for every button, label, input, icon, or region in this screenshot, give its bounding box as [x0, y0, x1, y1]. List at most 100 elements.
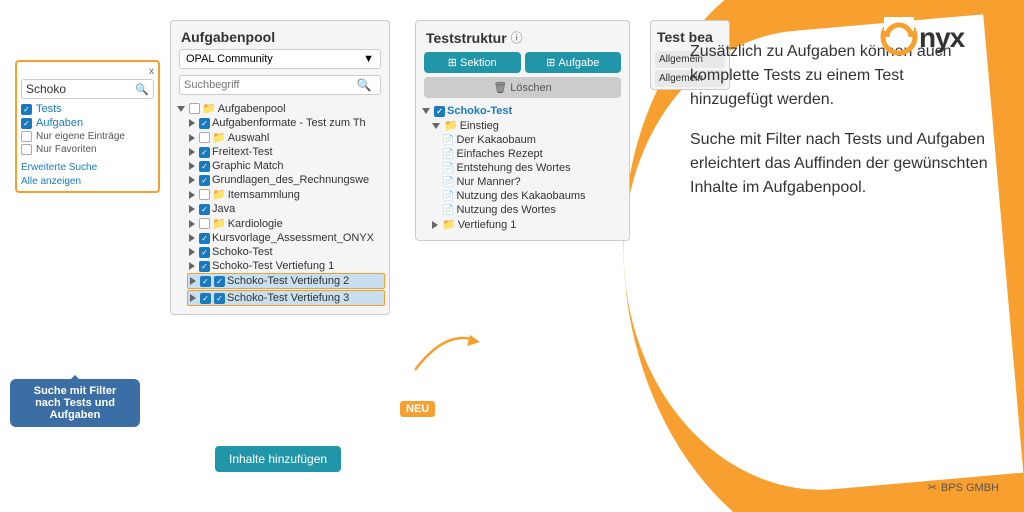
tree-item-auswahl[interactable]: 📁 Auswahl: [187, 130, 385, 145]
folder-icon: 📁: [212, 188, 226, 201]
tree-item-kursvorlage[interactable]: Kursvorlage_Assessment_ONYX: [187, 231, 385, 245]
tree-item-schoko-v3[interactable]: Schoko-Test Vertiefung 3: [187, 290, 385, 306]
expand-icon: [190, 294, 196, 302]
ts-nutzung-wortes[interactable]: 📄 Nutzung des Wortes: [440, 203, 625, 217]
label-schoko-v2: Schoko-Test Vertiefung 2: [227, 275, 349, 287]
tree-item-grundlagen[interactable]: Grundlagen_des_Rechnungswe: [187, 173, 385, 187]
tree-item-aufgabenformate[interactable]: Aufgabenformate - Test zum Th: [187, 116, 385, 130]
tests-checkbox[interactable]: [21, 104, 32, 115]
ts-kakaobaum[interactable]: 📄 Der Kakaobaum: [440, 133, 625, 147]
teststruktur-title-row: Teststruktur ⓘ: [416, 21, 629, 52]
aufgabe-button[interactable]: ⊞ Aufgabe: [525, 52, 622, 73]
ts-label-rezept: Einfaches Rezept: [456, 148, 542, 160]
label-kardiologie: Kardiologie: [228, 218, 283, 230]
aufgaben-label: Aufgaben: [36, 117, 83, 129]
doc-icon: 📄: [442, 177, 454, 188]
logo: nyx: [879, 15, 999, 68]
cb-java[interactable]: [199, 204, 210, 215]
label-grundlagen: Grundlagen_des_Rechnungswe: [212, 174, 369, 186]
loeschen-label: Löschen: [510, 82, 552, 94]
cb-kardiologie[interactable]: [199, 218, 210, 229]
nur-fav-checkbox[interactable]: [21, 144, 32, 155]
tree-item-java[interactable]: Java: [187, 202, 385, 216]
tree-label-aufgabenpool: Aufgabenpool: [218, 103, 286, 115]
filter-nurei-row: Nur eigene Einträge: [21, 131, 154, 142]
tree-item-kardiologie[interactable]: 📁 Kardiologie: [187, 216, 385, 231]
aufgaben-checkbox[interactable]: [21, 118, 32, 129]
alle-anzeigen-link[interactable]: Alle anzeigen: [21, 176, 81, 187]
ts-label-kakaobaum: Der Kakaobaum: [456, 134, 536, 146]
filter-close-button[interactable]: x: [21, 66, 154, 77]
sektion-icon: ⊞: [448, 56, 457, 69]
aufgabenpool-search-icon: 🔍: [357, 78, 372, 92]
doc-icon: 📄: [442, 149, 454, 160]
cb-itemsammlung[interactable]: [199, 189, 210, 200]
ts-schoko-test[interactable]: Schoko-Test: [420, 104, 625, 118]
ts-manner[interactable]: 📄 Nur Manner?: [440, 175, 625, 189]
doc-gray-icon: 📄: [442, 205, 454, 216]
label-java: Java: [212, 203, 235, 215]
cb-auswahl[interactable]: [199, 132, 210, 143]
root-cb[interactable]: [189, 103, 200, 114]
teststruktur-title: Teststruktur: [426, 30, 507, 46]
tree-item-schoko-v2[interactable]: Schoko-Test Vertiefung 2: [187, 273, 385, 289]
ts-buttons-row: ⊞ Sektion ⊞ Aufgabe: [424, 52, 621, 73]
cb-aufgabenformate[interactable]: [199, 118, 210, 129]
label-auswahl: Auswahl: [228, 132, 270, 144]
tree-item-root[interactable]: 📁 Aufgabenpool: [175, 101, 385, 116]
bps-label: BPS GMBH: [941, 482, 999, 494]
cb-schoko-v1[interactable]: [199, 261, 210, 272]
ts-nutzung-kakao[interactable]: 📄 Nutzung des Kakaobaums: [440, 189, 625, 203]
tree-item-itemsammlung[interactable]: 📁 Itemsammlung: [187, 187, 385, 202]
logo-text: nyx: [879, 31, 999, 67]
tree-item-freitext[interactable]: Freitext-Test: [187, 145, 385, 159]
ts-label-nutzung-kakao: Nutzung des Kakaobaums: [456, 190, 585, 202]
nur-eigene-checkbox[interactable]: [21, 131, 32, 142]
erweiterte-suche-link[interactable]: Erweiterte Suche: [21, 162, 97, 173]
ts-delete-row: 🗑 Löschen: [424, 77, 621, 98]
teststruktur-panel: Teststruktur ⓘ ⊞ Sektion ⊞ Aufgabe 🗑 Lös…: [415, 20, 630, 241]
expand-icon: [422, 108, 430, 114]
ts-vertiefung[interactable]: 📁 Vertiefung 1: [430, 217, 625, 232]
aufgabe-icon: ⊞: [546, 56, 555, 69]
expand-icon: [189, 162, 195, 170]
expand-icon: [189, 134, 195, 142]
nur-eigene-label: Nur eigene Einträge: [36, 131, 125, 142]
ts-einstieg[interactable]: 📁 Einstieg: [430, 118, 625, 133]
nur-fav-label: Nur Favoriten: [36, 144, 97, 155]
filter-aufgaben-row: Aufgaben: [21, 117, 154, 129]
tree-item-graphic[interactable]: Graphic Match: [187, 159, 385, 173]
filter-panel: x 🔍 Tests Aufgaben Nur eigene Einträge N…: [15, 60, 160, 193]
search-icon: 🔍: [135, 83, 149, 96]
cb-schoko-v3[interactable]: [200, 293, 211, 304]
cb-graphic[interactable]: [199, 161, 210, 172]
dropdown-value: OPAL Community: [186, 53, 273, 65]
expand-icon: [189, 176, 195, 184]
loeschen-button[interactable]: 🗑 Löschen: [424, 77, 621, 98]
cb-freitext[interactable]: [199, 147, 210, 158]
ts-rezept[interactable]: 📄 Einfaches Rezept: [440, 147, 625, 161]
aufgabenpool-dropdown[interactable]: OPAL Community ▼: [179, 49, 381, 69]
expand-icon: [177, 106, 185, 112]
cb-grundlagen[interactable]: [199, 175, 210, 186]
cb-schoko-v2b[interactable]: [214, 276, 225, 287]
filter-nurfav-row: Nur Favoriten: [21, 144, 154, 155]
tooltip-text: Suche mit Filter nach Tests und Aufgaben: [34, 385, 117, 421]
sektion-button[interactable]: ⊞ Sektion: [424, 52, 521, 73]
add-content-button[interactable]: Inhalte hinzufügen: [215, 446, 341, 472]
cb-schoko-v3b[interactable]: [214, 293, 225, 304]
cb-schoko-v2[interactable]: [200, 276, 211, 287]
aufgabenpool-search-input[interactable]: [184, 79, 357, 91]
cb-schoko[interactable]: [199, 247, 210, 258]
tree-item-schoko[interactable]: Schoko-Test: [187, 245, 385, 259]
ts-cb-root[interactable]: [434, 106, 445, 117]
ts-label-nutzung-wortes: Nutzung des Wortes: [456, 204, 555, 216]
ts-label-entstehung: Entstehung des Wortes: [456, 162, 570, 174]
filter-tests-row: Tests: [21, 103, 154, 115]
tree-item-schoko-v1[interactable]: Schoko-Test Vertiefung 1: [187, 259, 385, 273]
doc-icon: 📄: [442, 135, 454, 146]
expand-icon: [189, 205, 195, 213]
filter-search-input[interactable]: [26, 82, 135, 96]
cb-kursvorlage[interactable]: [199, 233, 210, 244]
ts-entstehung[interactable]: 📄 Entstehung des Wortes: [440, 161, 625, 175]
